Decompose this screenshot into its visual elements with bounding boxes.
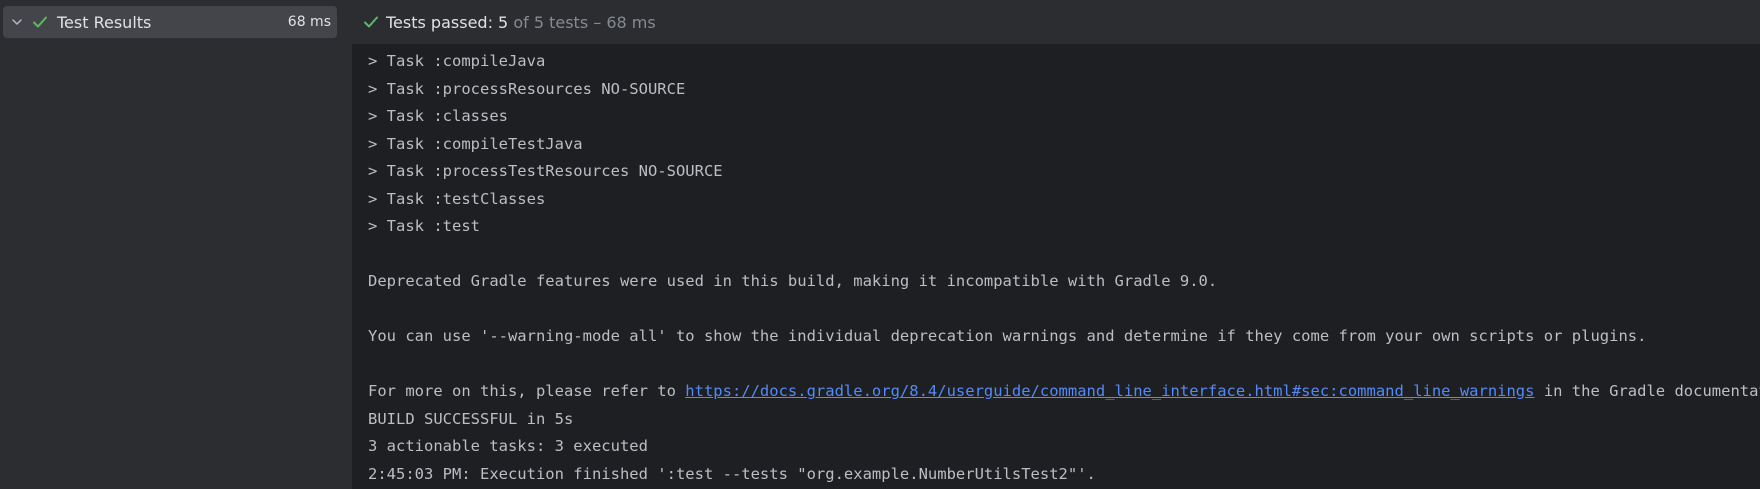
chevron-down-icon[interactable] (7, 6, 27, 38)
test-runner-window: Test Results 68 ms Tests passed: 5 of 5 … (0, 0, 1760, 489)
console-output[interactable]: > Task :compileJava > Task :processResou… (352, 44, 1760, 488)
console-line: > Task :processResources NO-SOURCE (368, 79, 686, 98)
console-line: > Task :processTestResources NO-SOURCE (368, 162, 723, 180)
tree-node-label: Test Results (57, 12, 152, 32)
console-line: You can use '--warning-mode all' to show… (368, 327, 1647, 345)
check-icon (362, 12, 380, 32)
tree-node-duration: 68 ms (287, 14, 331, 30)
docs-prefix: For more on this, please refer to (368, 382, 686, 400)
docs-link[interactable]: https://docs.gradle.org/8.4/userguide/co… (685, 382, 1534, 400)
tree-node-test-results[interactable]: Test Results 68 ms (3, 6, 337, 38)
status-passed-count: 5 (498, 12, 509, 32)
console-line: Deprecated Gradle features were used in … (368, 272, 1218, 290)
console-line: > Task :compileJava (368, 52, 546, 70)
console-line: > Task :testClasses (368, 189, 546, 208)
console-line: > Task :classes (368, 107, 508, 125)
console-line: > Task :test (368, 217, 480, 235)
test-status-bar: Tests passed: 5 of 5 tests – 68 ms (352, 0, 1760, 44)
console-line: 2:45:03 PM: Execution finished ':test --… (368, 464, 1096, 483)
console-panel: Tests passed: 5 of 5 tests – 68 ms > Tas… (352, 0, 1760, 489)
test-tree-panel: Test Results 68 ms (0, 0, 346, 489)
test-status-text: Tests passed: 5 of 5 tests – 68 ms (386, 13, 656, 32)
console-line: 3 actionable tasks: 3 executed (368, 437, 648, 455)
console-line-docs: For more on this, please refer to https:… (368, 378, 1760, 406)
status-suffix: of 5 tests – 68 ms (508, 12, 656, 32)
check-icon (31, 6, 49, 38)
docs-suffix: in the Gradle documentation. (1543, 382, 1760, 400)
console-line: > Task :compileTestJava (368, 134, 583, 153)
console-line: BUILD SUCCESSFUL in 5s (368, 409, 574, 428)
status-prefix: Tests passed: (386, 12, 499, 32)
